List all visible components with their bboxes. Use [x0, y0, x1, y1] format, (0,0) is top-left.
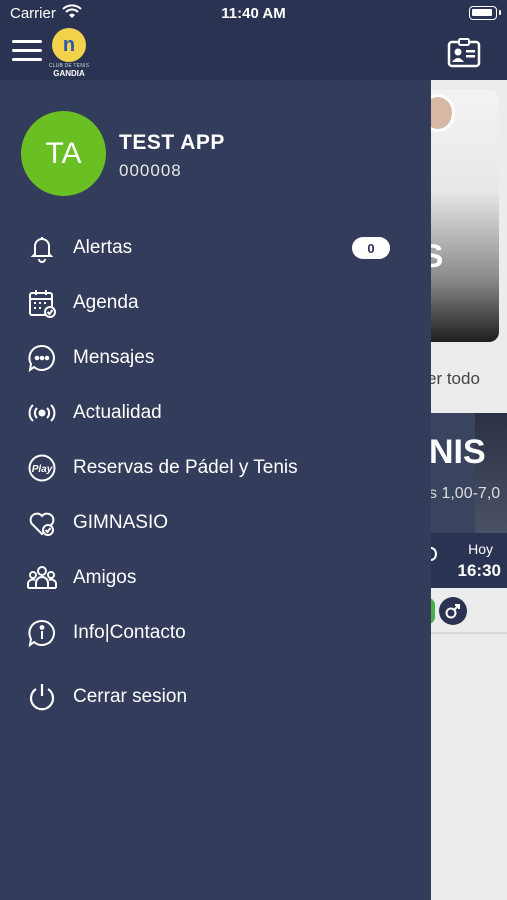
broadcast-icon — [26, 397, 58, 429]
app-header: n CLUB DE TENIS GANDIA — [0, 28, 507, 80]
heart-check-icon — [26, 507, 58, 539]
menu-item-label: Mensajes — [73, 347, 155, 368]
info-bubble-icon — [26, 617, 58, 649]
menu-item-label: Info|Contacto — [73, 622, 186, 643]
promo-title: NIS — [431, 433, 486, 471]
club-logo: n CLUB DE TENIS GANDIA — [48, 28, 90, 78]
id-card-icon[interactable] — [447, 38, 481, 68]
gender-tags — [431, 590, 507, 634]
time-label: 16:30 — [457, 561, 501, 580]
featured-card-title: IS — [431, 238, 444, 274]
see-all-link[interactable]: er todo — [431, 369, 480, 389]
featured-card[interactable]: IS — [431, 90, 499, 342]
calendar-check-icon — [26, 287, 58, 319]
male-icon — [439, 597, 467, 625]
bell-icon — [26, 232, 58, 264]
clock: 11:40 AM — [221, 5, 286, 22]
alerts-count-badge: 0 — [352, 237, 390, 259]
menu-item-label: Alertas — [73, 237, 133, 258]
female-tag-icon — [431, 598, 435, 624]
play-badge-icon: Play — [26, 452, 58, 484]
profile-id: 000008 — [119, 161, 182, 180]
menu-item-cerrar-sesion[interactable]: Cerrar sesion — [0, 672, 431, 722]
navigation-drawer: TA TEST APP 000008 Alertas 0 Agenda Mens… — [0, 80, 431, 900]
menu-item-amigos[interactable]: Amigos — [0, 553, 431, 603]
avatar[interactable]: TA — [21, 111, 106, 196]
menu-item-info-contacto[interactable]: Info|Contacto — [0, 608, 431, 658]
svg-text:Play: Play — [32, 464, 53, 475]
logo-mark: n — [52, 28, 86, 62]
chat-bubble-icon — [26, 342, 58, 374]
menu-item-label: Reservas de Pádel y Tenis — [73, 457, 298, 478]
menu-item-actualidad[interactable]: Actualidad — [0, 388, 431, 438]
menu-item-mensajes[interactable]: Mensajes — [0, 333, 431, 383]
main-content-peek: IS er todo NIS s 1,00-7,0 Hoy 16:30 — [431, 80, 507, 900]
power-icon — [26, 681, 58, 713]
menu-item-label: GIMNASIO — [73, 512, 169, 533]
menu-icon[interactable] — [12, 40, 42, 64]
promo-photo — [475, 413, 507, 533]
location-icon — [431, 547, 437, 561]
coach-avatar — [431, 94, 455, 132]
menu-item-agenda[interactable]: Agenda — [0, 278, 431, 328]
menu-item-label: Agenda — [73, 292, 139, 313]
menu-item-label: Actualidad — [73, 402, 162, 423]
promo-price: s 1,00-7,0 — [431, 485, 501, 502]
menu-item-alertas[interactable]: Alertas 0 — [0, 223, 431, 273]
day-label: Hoy — [468, 541, 493, 557]
menu-item-gimnasio[interactable]: GIMNASIO — [0, 498, 431, 548]
menu-item-label: Cerrar sesion — [73, 686, 188, 707]
menu-item-reservas[interactable]: Play Reservas de Pádel y Tenis — [0, 443, 431, 493]
logo-name: GANDIA — [53, 69, 85, 78]
promo-card[interactable]: NIS s 1,00-7,0 — [431, 413, 507, 533]
menu-item-label: Amigos — [73, 567, 137, 588]
profile-name: TEST APP — [119, 131, 225, 154]
battery-icon — [469, 6, 501, 20]
promo-schedule: Hoy 16:30 — [431, 533, 507, 588]
group-icon — [26, 562, 58, 594]
status-bar: Carrier 11:40 AM — [0, 0, 507, 28]
